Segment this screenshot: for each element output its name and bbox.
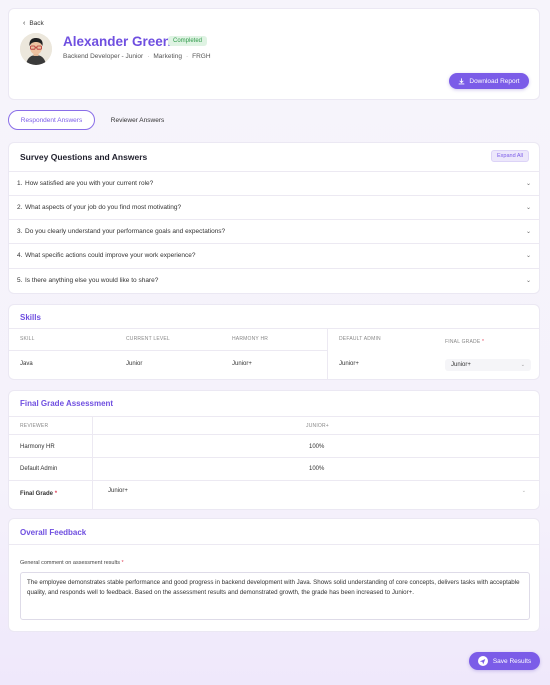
divider	[9, 457, 539, 458]
survey-question-row[interactable]: 1. How satisfied are you with your curre…	[9, 171, 539, 195]
question-text: Do you clearly understand your performan…	[25, 228, 226, 235]
employee-name: Alexander Green	[63, 34, 172, 49]
comment-label: General comment on assessment results *	[20, 560, 124, 566]
survey-question-row[interactable]: 4. What specific actions could improve y…	[9, 243, 539, 267]
skills-title: Skills	[20, 313, 41, 322]
feedback-title: Overall Feedback	[20, 528, 87, 537]
question-number: 3.	[17, 228, 23, 235]
chevron-down-icon: ⌄	[520, 362, 525, 368]
question-text: Is there anything else you would like to…	[25, 277, 159, 284]
question-text: How satisfied are you with your current …	[25, 180, 154, 187]
column-header-final-grade: FINAL GRADE *	[445, 339, 485, 345]
tab-reviewer-answers[interactable]: Reviewer Answers	[100, 110, 175, 130]
column-header-skill: SKILL	[20, 336, 35, 342]
reviewer-name: Default Admin	[20, 466, 58, 472]
tab-respondent-answers[interactable]: Respondent Answers	[8, 110, 95, 130]
download-icon	[459, 77, 465, 84]
divider	[9, 350, 327, 351]
send-icon	[477, 656, 488, 666]
final-grade-label: Final Grade *	[20, 491, 58, 497]
column-header-grade: JUNIOR+	[306, 423, 329, 429]
chevron-down-icon: ⌄	[525, 181, 531, 187]
column-header-default-admin: DEFAULT ADMIN	[339, 336, 381, 342]
survey-question-row[interactable]: 2. What aspects of your job do you find …	[9, 195, 539, 219]
current-level-value: Junior	[126, 361, 143, 367]
separator-dot: ·	[185, 53, 189, 60]
overall-feedback-card: Overall Feedback General comment on asse…	[8, 518, 540, 632]
question-number: 2.	[17, 204, 23, 211]
divider	[9, 544, 539, 545]
status-badge: Completed	[168, 36, 208, 46]
final-grade-title: Final Grade Assessment	[20, 399, 114, 408]
harmony-hr-value: Junior+	[232, 361, 252, 367]
download-label: Download Report	[469, 77, 520, 85]
default-admin-value: Junior+	[339, 361, 359, 367]
column-header-reviewer: REVIEWER	[20, 423, 49, 429]
survey-card: Survey Questions and Answers Expand All …	[8, 142, 540, 294]
column-header-harmony-hr: HARMONY HR	[232, 336, 269, 342]
final-grade-dropdown[interactable]: Junior+ ⌄	[102, 484, 532, 498]
separator-dot: ·	[147, 53, 150, 60]
save-label: Save Results	[492, 657, 532, 665]
reviewer-score: 100%	[309, 444, 325, 450]
download-report-button[interactable]: Download Report	[449, 73, 529, 89]
question-number: 5.	[17, 277, 23, 284]
survey-title: Survey Questions and Answers	[20, 152, 148, 162]
chevron-down-icon: ⌄	[525, 278, 531, 284]
reviewer-score: 100%	[309, 466, 325, 472]
save-results-button[interactable]: Save Results	[469, 652, 540, 670]
chevron-down-icon: ⌄	[521, 488, 526, 494]
chevron-down-icon: ⌄	[525, 205, 531, 211]
divider	[9, 416, 539, 417]
role-text: Backend Developer - Junior	[63, 53, 144, 60]
required-asterisk: *	[481, 339, 485, 345]
question-number: 1.	[17, 180, 23, 187]
required-asterisk: *	[54, 491, 58, 497]
final-grade-card: Final Grade Assessment REVIEWER JUNIOR+ …	[8, 390, 540, 510]
skill-name: Java	[20, 361, 33, 367]
question-number: 4.	[17, 252, 23, 259]
final-grade-selected: Junior+	[451, 362, 471, 368]
question-text: What aspects of your job do you find mos…	[25, 204, 182, 211]
avatar	[20, 33, 52, 65]
column-divider	[327, 329, 328, 379]
required-asterisk: *	[121, 560, 124, 566]
divider	[9, 434, 539, 435]
chevron-down-icon: ⌄	[525, 229, 531, 235]
divider	[9, 480, 539, 481]
survey-question-row[interactable]: 3. Do you clearly understand your perfor…	[9, 219, 539, 243]
chevron-left-icon: ‹	[23, 20, 26, 27]
skills-card: Skills SKILL CURRENT LEVEL HARMONY HR DE…	[8, 304, 540, 380]
question-text: What specific actions could improve your…	[25, 252, 196, 259]
divider	[9, 328, 539, 329]
comment-textarea[interactable]: The employee demonstrates stable perform…	[20, 572, 530, 620]
profile-header-card: ‹ Back Alexander Green Completed Backend…	[8, 8, 540, 100]
column-header-current-level: CURRENT LEVEL	[126, 336, 170, 342]
code-text: FRGH	[192, 53, 211, 60]
final-grade-select[interactable]: Junior+ ⌄	[445, 359, 531, 371]
department-text: Marketing	[153, 53, 182, 60]
final-grade-dropdown-value: Junior+	[108, 488, 128, 494]
column-divider	[92, 417, 93, 509]
back-label: Back	[29, 20, 44, 27]
expand-all-button[interactable]: Expand All	[491, 150, 529, 162]
survey-question-row[interactable]: 5. Is there anything else you would like…	[9, 268, 539, 292]
back-link[interactable]: ‹ Back	[23, 20, 44, 27]
reviewer-name: Harmony HR	[20, 444, 55, 450]
employee-meta: Backend Developer - Junior · Marketing ·…	[63, 53, 211, 60]
chevron-down-icon: ⌄	[525, 253, 531, 259]
